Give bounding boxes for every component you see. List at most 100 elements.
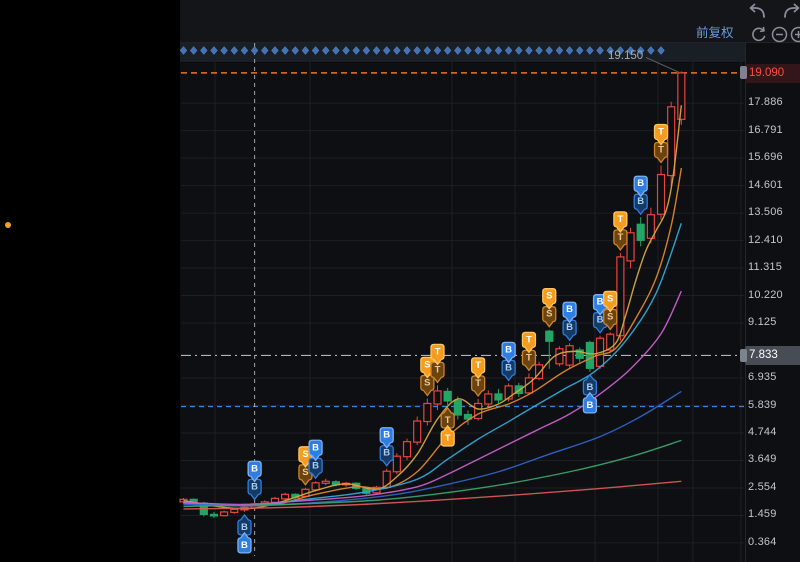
event-diamond-icon[interactable] <box>474 46 482 55</box>
y-axis-tick: 4.744 <box>748 425 777 438</box>
event-diamond-icon[interactable] <box>291 46 299 55</box>
event-diamond-icon[interactable] <box>240 46 249 55</box>
event-diamond-icon[interactable] <box>525 46 533 55</box>
back-arrow-icon[interactable] <box>746 3 768 21</box>
zoom-in-icon[interactable] <box>790 26 800 43</box>
event-diamond-icon[interactable] <box>261 46 269 55</box>
event-diamond-icon[interactable] <box>484 46 493 55</box>
candle-up <box>677 72 686 120</box>
signal-pin-letter: S <box>302 449 308 460</box>
candle-down <box>494 393 503 401</box>
event-diamond-icon[interactable] <box>586 46 594 55</box>
signal-pin-letter: S <box>424 377 430 388</box>
event-diamond-icon[interactable] <box>372 46 381 55</box>
signal-pin-letter: B <box>637 178 644 189</box>
event-diamond-icon[interactable] <box>382 46 391 55</box>
event-diamond-icon[interactable] <box>647 46 655 55</box>
event-diamond-icon[interactable] <box>423 46 432 55</box>
cost-line-handle[interactable] <box>740 349 747 362</box>
event-diamond-icon[interactable] <box>596 46 604 55</box>
event-diamond-icon[interactable] <box>494 46 503 55</box>
candle-down <box>545 330 554 342</box>
event-diamond-icon[interactable] <box>535 46 543 55</box>
event-diamond-icon[interactable] <box>200 46 208 55</box>
signal-pin-letter: B <box>597 315 604 326</box>
y-axis-tick: 10.220 <box>748 288 783 301</box>
candle-up <box>402 441 412 458</box>
event-diamond-icon[interactable] <box>504 46 513 55</box>
event-diamond-icon[interactable] <box>515 46 523 55</box>
signal-pin-letter: B <box>383 448 390 459</box>
event-diamond-icon[interactable] <box>555 46 564 55</box>
event-diamond-icon[interactable] <box>271 46 279 55</box>
event-diamond-icon[interactable] <box>220 46 228 55</box>
y-axis-tick: 12.410 <box>748 233 783 246</box>
candle-down <box>585 341 595 369</box>
event-diamond-icon[interactable] <box>210 46 218 55</box>
signal-pin-letter: T <box>475 378 481 389</box>
event-diamond-icon[interactable] <box>545 46 553 55</box>
candle-down <box>209 513 219 517</box>
y-axis-tick: 16.791 <box>748 123 783 136</box>
event-diamond-icon[interactable] <box>230 46 239 55</box>
forward-arrow-icon[interactable] <box>781 3 800 21</box>
signal-pin-letter: S <box>424 359 430 370</box>
event-diamond-icon[interactable] <box>393 46 401 55</box>
reset-view-icon[interactable] <box>751 26 768 43</box>
event-diamond-icon[interactable] <box>362 46 371 55</box>
candle-up <box>220 511 229 517</box>
y-axis-tick: 14.601 <box>748 178 783 191</box>
event-diamond-icon[interactable] <box>454 46 462 55</box>
event-diamond-icon[interactable] <box>332 46 340 55</box>
event-diamond-icon[interactable] <box>413 46 421 55</box>
event-diamond-icon[interactable] <box>352 46 360 55</box>
signal-pin-letter: B <box>241 540 248 551</box>
signal-pin-letter: B <box>383 430 390 441</box>
candlestick-chart[interactable]: BBBB SSBB BBSS TTTTTT BBTTSSBBBBBBSSTTBBTT <box>0 0 800 562</box>
signal-pin-letter: B <box>251 481 258 492</box>
signal-pin-letter: T <box>445 415 451 426</box>
signal-pin-letter: B <box>251 463 258 474</box>
candle-up <box>270 497 280 503</box>
signal-pin-letter: T <box>526 334 532 345</box>
signal-pin-letter: B <box>597 297 604 308</box>
signal-pin-letter: B <box>637 196 644 207</box>
event-diamond-icon[interactable] <box>403 46 411 55</box>
signal-pin-letter: B <box>566 322 573 333</box>
signal-pin-letter: S <box>302 467 308 478</box>
signal-pin-letter: T <box>475 360 481 371</box>
y-axis-tick: 11.315 <box>748 261 783 274</box>
y-axis-tick: 3.649 <box>748 453 777 466</box>
price-line-handle[interactable] <box>740 66 747 79</box>
signal-pin-letter: T <box>526 352 532 363</box>
price-adjust-mode-label[interactable]: 前复权 <box>696 22 734 41</box>
event-diamond-icon[interactable] <box>565 46 574 55</box>
event-diamond-icon[interactable] <box>657 46 665 55</box>
candle-up <box>474 402 483 420</box>
event-diamond-icon[interactable] <box>443 46 452 55</box>
y-axis-tick: 2.554 <box>748 480 777 493</box>
candle-up <box>281 493 290 500</box>
zoom-out-icon[interactable] <box>771 26 788 43</box>
y-axis-tick: 9.125 <box>748 316 777 329</box>
event-diamond-icon[interactable] <box>281 46 289 55</box>
signal-pin-letter: T <box>617 214 623 225</box>
event-diamond-icon[interactable] <box>433 46 442 55</box>
event-diamond-icon[interactable] <box>189 46 198 55</box>
event-diamond-icon[interactable] <box>322 46 330 55</box>
signal-pin-letter: B <box>312 460 319 471</box>
candle-down <box>453 399 462 416</box>
event-diamond-icon[interactable] <box>179 46 188 55</box>
event-diamond-icon[interactable] <box>576 46 584 55</box>
event-diamond-icon[interactable] <box>301 46 310 55</box>
price-axis[interactable]: 17.886 16.791 15.696 14.601 13.506 12.410 11.3… <box>745 42 800 562</box>
event-diamond-icon[interactable] <box>250 46 259 55</box>
y-axis-tick: 5.839 <box>748 398 777 411</box>
current-price-tag: 19.090 <box>745 64 800 83</box>
event-diamond-icon[interactable] <box>342 46 350 55</box>
app-root: BBBBSSBBBBSSTTTTTTBBTTSSBBBBBBSSTTBBTT 前… <box>0 0 800 562</box>
y-axis-tick: 15.696 <box>748 151 783 164</box>
event-diamond-icon[interactable] <box>464 46 472 55</box>
signal-pin-letter: B <box>566 304 573 315</box>
event-diamond-icon[interactable] <box>311 46 320 55</box>
